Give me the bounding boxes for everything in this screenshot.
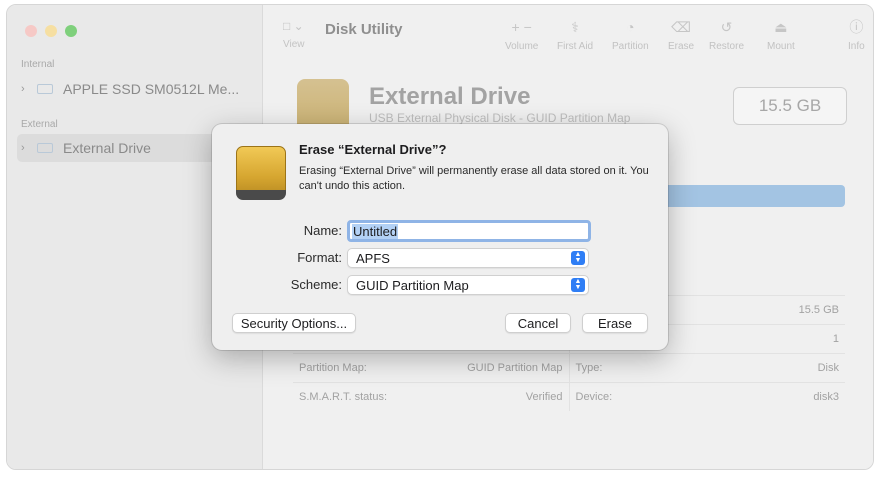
disk-subtitle: USB External Physical Disk - GUID Partit… (369, 111, 631, 125)
partition-pie-icon: ◔ (626, 19, 635, 35)
device-value: disk3 (813, 391, 839, 403)
format-select[interactable]: APFS ▲ ▼ (347, 248, 589, 268)
stethoscope-icon: ⚕ (571, 19, 579, 35)
type-value: Disk (817, 362, 839, 374)
device-label: Device: (575, 391, 613, 403)
sidebar-item-label: APPLE SSD SM0512L Me... (63, 81, 240, 97)
sidebar-view-icon[interactable]: □ ⌄ (283, 19, 304, 33)
sidebar-section-internal: Internal (21, 59, 55, 70)
format-select-value: APFS (356, 250, 390, 266)
partition-map-value: GUID Partition Map (467, 362, 563, 374)
toolbar-info-button[interactable]: ⓘ Info (848, 19, 865, 52)
type-label: Type: (575, 362, 603, 374)
name-field-value: Untitled (352, 223, 399, 239)
security-options-button[interactable]: Security Options... (232, 313, 356, 333)
disk-capacity: 15.5 GB (733, 87, 847, 125)
view-button-label: View (283, 39, 305, 50)
restore-arrow-icon: ↺ (720, 19, 733, 35)
toolbar-erase-button[interactable]: ⌫ Erase (668, 19, 694, 52)
format-label: Format: (297, 250, 342, 265)
add-remove-volume-icon: + − (511, 19, 532, 35)
disk-title: External Drive (369, 83, 531, 110)
toolbar-label: First Aid (557, 41, 594, 52)
scheme-label: Scheme: (290, 277, 342, 292)
external-drive-icon (234, 144, 288, 202)
toolbar-label: Restore (709, 41, 745, 52)
internal-disk-icon (37, 84, 53, 94)
scheme-select-value: GUID Partition Map (356, 277, 469, 293)
name-label: Name: (303, 223, 342, 238)
chevron-right-icon[interactable]: › (21, 83, 37, 95)
smart-status-value: Verified (525, 391, 563, 403)
partition-map-label: Partition Map: (299, 362, 367, 374)
info-icon: ⓘ (849, 19, 864, 35)
toolbar-mount-button[interactable]: ⏏ Mount (767, 19, 795, 52)
window-controls (25, 25, 77, 37)
chevron-right-icon[interactable]: › (21, 142, 37, 154)
table-row: S.M.A.R.T. status: Verified Device: disk3 (293, 382, 845, 411)
eraser-icon: ⌫ (671, 19, 691, 35)
sidebar-item-apple-ssd[interactable]: › APPLE SSD SM0512L Me... (17, 75, 255, 103)
toolbar-label: Erase (668, 41, 695, 52)
select-arrows-icon: ▲ ▼ (571, 278, 585, 292)
toolbar-first-aid-button[interactable]: ⚕ First Aid (557, 19, 593, 52)
dialog-message: Erasing “External Drive” will permanentl… (299, 165, 649, 192)
toolbar-partition-button[interactable]: ◔ Partition (612, 19, 649, 52)
external-disk-icon (37, 143, 53, 153)
toolbar-label: Info (848, 41, 865, 52)
erase-button[interactable]: Erase (582, 313, 648, 333)
name-field[interactable]: Untitled (347, 220, 591, 242)
app-title: Disk Utility (325, 21, 403, 38)
select-arrows-icon: ▲ ▼ (571, 251, 585, 265)
sidebar-section-external: External (21, 119, 58, 130)
toolbar-label: Volume (505, 41, 539, 52)
sidebar-item-label: External Drive (63, 140, 151, 156)
toolbar-label: Partition (612, 41, 649, 52)
cancel-button[interactable]: Cancel (505, 313, 571, 333)
minimize-window-button[interactable] (45, 25, 57, 37)
toolbar-label: Mount (767, 41, 795, 52)
scheme-select[interactable]: GUID Partition Map ▲ ▼ (347, 275, 589, 295)
close-window-button[interactable] (25, 25, 37, 37)
dialog-title: Erase “External Drive”? (299, 142, 447, 157)
zoom-window-button[interactable] (65, 25, 77, 37)
table-row: Partition Map: GUID Partition Map Type: Di… (293, 353, 845, 382)
erase-dialog: Erase “External Drive”? Erasing “Externa… (212, 124, 668, 350)
mount-icon: ⏏ (774, 19, 788, 35)
smart-status-label: S.M.A.R.T. status: (299, 391, 388, 403)
toolbar-volume-button[interactable]: + − Volume (505, 19, 538, 52)
toolbar-restore-button[interactable]: ↺ Restore (709, 19, 744, 52)
